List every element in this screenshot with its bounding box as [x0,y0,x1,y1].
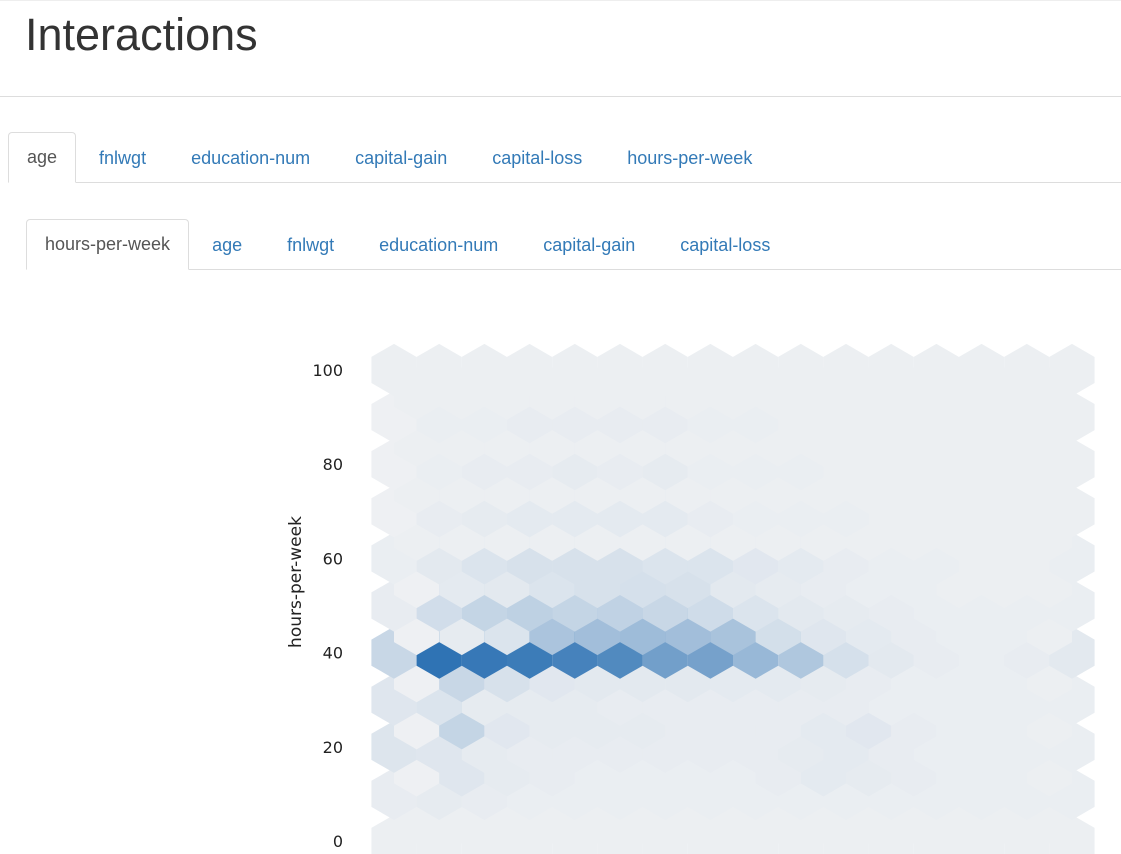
y-tick-label: 60 [323,549,343,568]
outer-tab-capital-gain[interactable]: capital-gain [333,134,469,183]
outer-tab-age[interactable]: age [8,132,77,183]
inner-tab-fnlwgt[interactable]: fnlwgt [265,221,356,270]
inner-tab-education-num[interactable]: education-num [357,221,520,270]
outer-tab-hours-per-week[interactable]: hours-per-week [605,134,774,183]
hexbin-chart: 100 80 60 40 20 0 hours-per-week [286,343,1095,854]
top-border [0,0,1121,1]
y-axis-label: hours-per-week [286,516,306,648]
y-tick-label: 100 [312,361,343,380]
y-tick-label: 80 [323,455,343,474]
outer-tab-education-num[interactable]: education-num [169,134,332,183]
outer-tab-fnlwgt[interactable]: fnlwgt [77,134,168,183]
title-divider [0,96,1121,97]
page-title: Interactions [25,9,258,60]
inner-tab-hours-per-week[interactable]: hours-per-week [26,219,190,270]
y-tick-label: 0 [333,832,343,851]
y-tick-label: 40 [323,644,343,663]
inner-tab-capital-gain[interactable]: capital-gain [521,221,657,270]
inner-tab-capital-loss[interactable]: capital-loss [658,221,792,270]
inner-tab-age[interactable]: age [190,221,264,270]
inner-tab-bar: hours-per-week age fnlwgt education-num … [26,219,1121,270]
hexbin-cells [371,343,1095,854]
y-axis-ticks: 100 80 60 40 20 0 [312,361,343,851]
outer-tab-capital-loss[interactable]: capital-loss [470,134,604,183]
outer-tab-bar: age fnlwgt education-num capital-gain ca… [8,132,1121,183]
y-tick-label: 20 [323,738,343,757]
